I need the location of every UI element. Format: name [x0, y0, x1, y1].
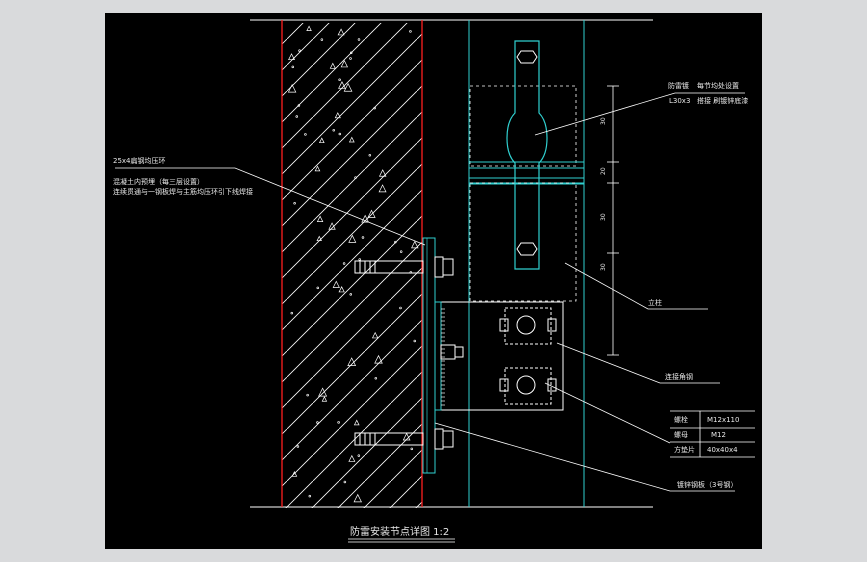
leader-lines — [115, 92, 745, 492]
table-row-0-spec: M12x110 — [707, 416, 739, 424]
connecting-angle — [434, 301, 564, 411]
strap-bolt-top — [516, 50, 538, 64]
column-bolt-upper — [499, 307, 557, 345]
bracket-plate-top — [468, 161, 585, 169]
dimension-2: 20 — [600, 167, 607, 175]
label-top-right-1a: 防雷镀 — [668, 81, 689, 90]
label-right-angle: 连接角钢 — [665, 372, 693, 381]
label-top-right-2a: L30x3 — [669, 97, 690, 105]
label-left-3: 连续贯通与一钢板焊与主筋均压环引下线焊接 — [113, 187, 253, 196]
drawing-title: 防雷安装节点详图 1:2 — [350, 525, 449, 538]
lower-bracket-outline — [469, 182, 577, 302]
dimension-line — [607, 85, 619, 356]
cad-viewport[interactable]: 30 20 30 30 防雷镀 每节均处设置 L30x3 搭接 刷镀锌底漆 25… — [105, 13, 762, 549]
label-left-1: 25x4扁钢均压环 — [113, 156, 166, 165]
label-top-right-2b: 搭接 刷镀锌底漆 — [697, 96, 748, 105]
column-bolt-lower — [499, 367, 557, 405]
lightning-strap — [506, 40, 548, 270]
label-bottom-right: 镀锌钢板（3号钢） — [677, 480, 737, 489]
dimension-3: 30 — [600, 213, 607, 221]
strap-bolt-bottom — [516, 242, 538, 256]
angle-tick-marks — [441, 308, 445, 406]
table-row-2-name: 方垫片 — [674, 445, 695, 454]
table-row-1-name: 螺母 — [674, 430, 688, 439]
detail-drawing: 30 20 30 30 防雷镀 每节均处设置 L30x3 搭接 刷镀锌底漆 25… — [113, 19, 755, 543]
embedded-plate — [422, 237, 436, 474]
label-top-right-1b: 每节均处设置 — [697, 81, 739, 90]
concrete-wall — [282, 23, 422, 508]
table-row-0-name: 螺栓 — [674, 415, 688, 424]
angle-leg — [434, 301, 442, 411]
table-row-2-spec: 40x40x4 — [707, 446, 738, 454]
upper-bracket-outline — [469, 85, 577, 167]
label-right-column: 立柱 — [648, 298, 662, 307]
dimension-1: 30 — [600, 117, 607, 125]
dimension-4: 30 — [600, 263, 607, 271]
table-row-1-spec: M12 — [711, 431, 726, 439]
label-left-2: 混凝土内预埋（每三层设置） — [113, 177, 204, 186]
